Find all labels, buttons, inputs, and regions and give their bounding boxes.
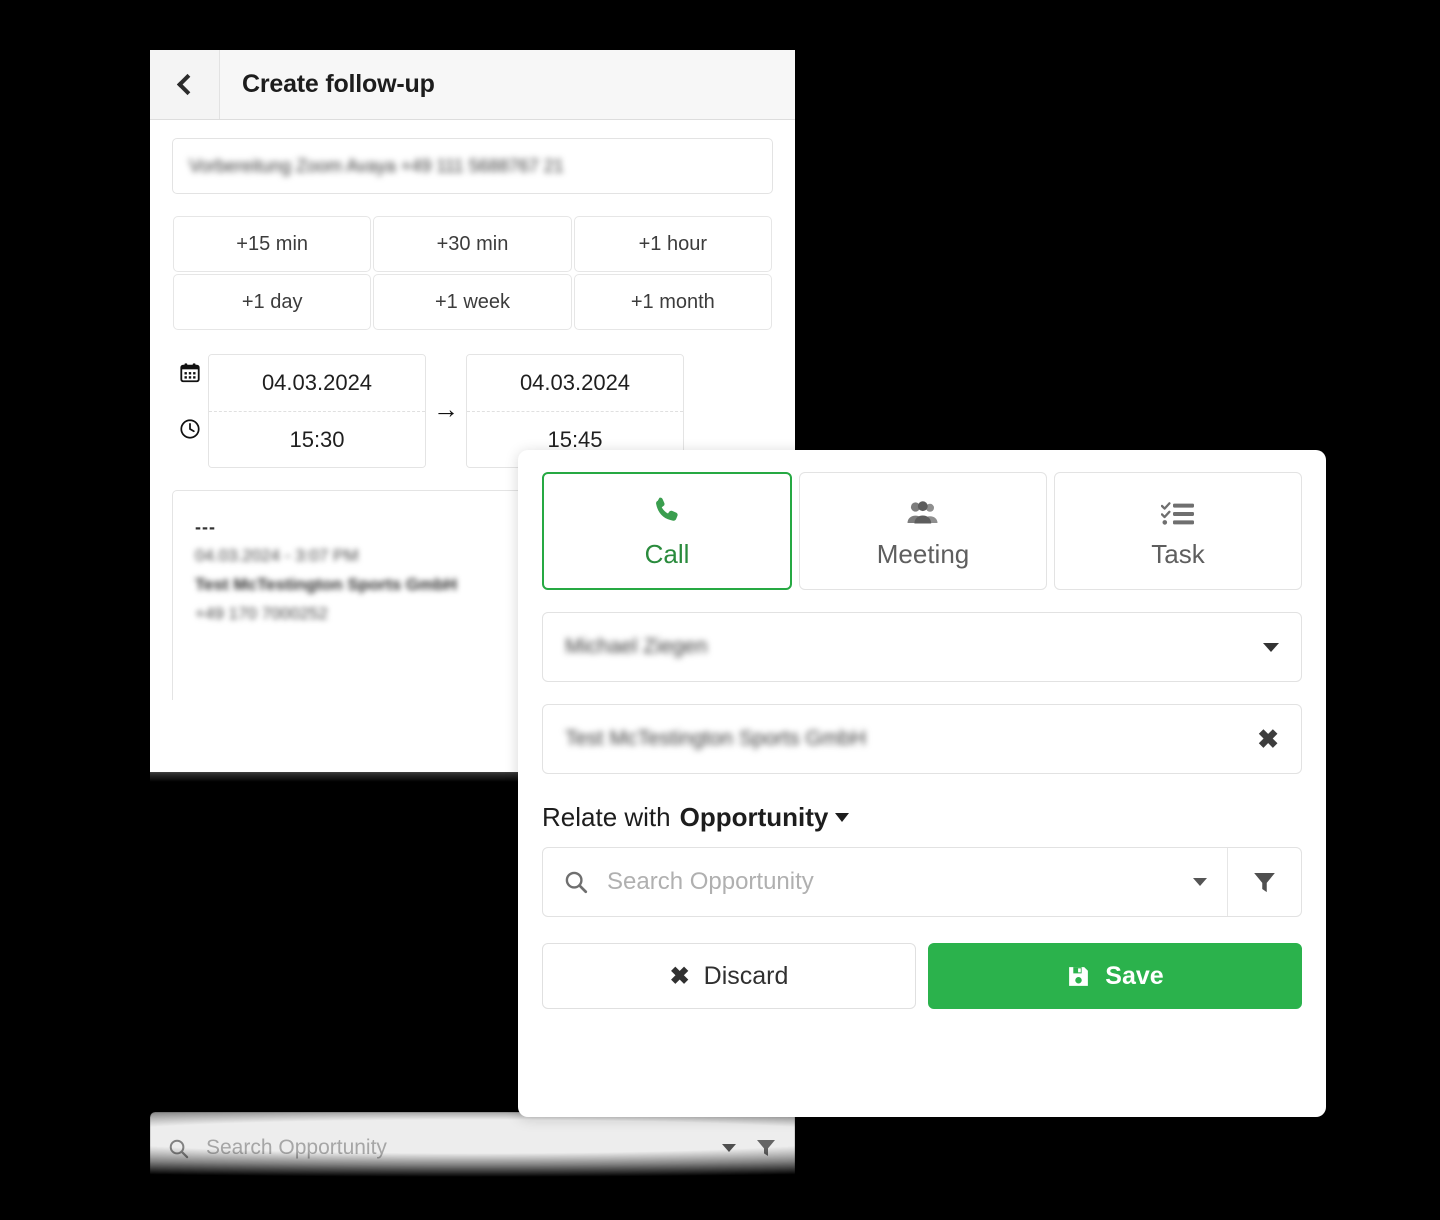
- filter-button[interactable]: [1227, 848, 1301, 916]
- quick-time-1day[interactable]: +1 day: [173, 274, 372, 330]
- relate-entity-label[interactable]: Opportunity: [680, 802, 829, 833]
- page-title: Create follow-up: [242, 70, 435, 98]
- chevron-down-icon[interactable]: [835, 813, 850, 822]
- start-time-input[interactable]: 15:30: [209, 411, 425, 467]
- tab-meeting[interactable]: Meeting: [799, 472, 1047, 590]
- tab-call-label: Call: [644, 538, 690, 569]
- panel-header: Create follow-up: [150, 50, 795, 120]
- relate-with-label: Relate with: [542, 802, 671, 832]
- people-icon: [905, 493, 941, 527]
- datetime-arrow-icon: →: [433, 393, 459, 424]
- start-datetime-group: 04.03.2024 15:30: [208, 354, 426, 468]
- relate-with-row: Relate with Opportunity: [542, 802, 1302, 833]
- subject-field[interactable]: Vorbereitung Zoom Avaya +49 111 5688767 …: [172, 138, 773, 194]
- subject-value: Vorbereitung Zoom Avaya +49 111 5688767 …: [189, 155, 564, 176]
- opportunity-search-input[interactable]: Search Opportunity: [543, 848, 1227, 916]
- chevron-down-icon[interactable]: [1193, 878, 1207, 886]
- calendar-icon: [180, 363, 200, 383]
- search-icon: [565, 871, 588, 894]
- owner-select-value: Michael Ziegen: [565, 635, 708, 658]
- opportunity-search-placeholder: Search Opportunity: [607, 868, 814, 895]
- background-search-bar[interactable]: Search Opportunity: [150, 1112, 795, 1184]
- filter-icon: [1254, 872, 1275, 892]
- activity-form-panel: Call Meeting Task Michael Ziegen Test Mc…: [518, 450, 1326, 1117]
- checklist-icon: [1161, 493, 1195, 527]
- search-icon: [169, 1139, 189, 1158]
- floppy-save-icon: [1069, 966, 1089, 986]
- quick-time-1week[interactable]: +1 week: [373, 274, 572, 330]
- datetime-icons: [172, 354, 208, 440]
- quick-time-1hour[interactable]: +1 hour: [573, 216, 772, 272]
- discard-button-label: Discard: [703, 961, 789, 990]
- tab-task-label: Task: [1151, 538, 1205, 569]
- save-button[interactable]: Save: [928, 943, 1302, 1009]
- tab-call[interactable]: Call: [542, 472, 792, 590]
- activity-type-tabs: Call Meeting Task: [542, 472, 1302, 590]
- start-date-input[interactable]: 04.03.2024: [209, 355, 425, 411]
- quick-time-30min[interactable]: +30 min: [373, 216, 572, 272]
- phone-icon: [650, 493, 684, 527]
- save-button-label: Save: [1105, 961, 1164, 990]
- contact-field[interactable]: Test McTestington Sports GmbH ✖: [542, 704, 1302, 774]
- opportunity-search-row: Search Opportunity: [542, 847, 1302, 917]
- background-search-strip: Search Opportunity: [150, 1112, 795, 1184]
- chevron-down-icon[interactable]: [722, 1139, 736, 1157]
- quick-time-buttons: +15 min +30 min +1 hour +1 day +1 week +…: [172, 216, 773, 332]
- tab-meeting-label: Meeting: [876, 538, 970, 569]
- discard-button[interactable]: ✖ Discard: [542, 943, 916, 1009]
- end-date-input[interactable]: 04.03.2024: [467, 355, 683, 411]
- back-button[interactable]: [150, 50, 220, 119]
- tab-task[interactable]: Task: [1054, 472, 1302, 590]
- background-search-placeholder: Search Opportunity: [206, 1136, 387, 1159]
- quick-time-15min[interactable]: +15 min: [173, 216, 372, 272]
- contact-field-value: Test McTestington Sports GmbH: [565, 727, 867, 750]
- form-actions: ✖ Discard Save: [542, 943, 1302, 1009]
- owner-select[interactable]: Michael Ziegen: [542, 612, 1302, 682]
- quick-time-1month[interactable]: +1 month: [573, 274, 772, 330]
- clock-icon: [180, 419, 200, 439]
- close-icon: ✖: [669, 962, 690, 990]
- chevron-down-icon: [1263, 642, 1279, 652]
- screenshot-stage: Create follow-up Vorbereitung Zoom Avaya…: [0, 0, 1440, 1220]
- close-icon[interactable]: ✖: [1257, 726, 1279, 752]
- chevron-left-icon: [176, 73, 198, 96]
- filter-icon[interactable]: [754, 1136, 778, 1160]
